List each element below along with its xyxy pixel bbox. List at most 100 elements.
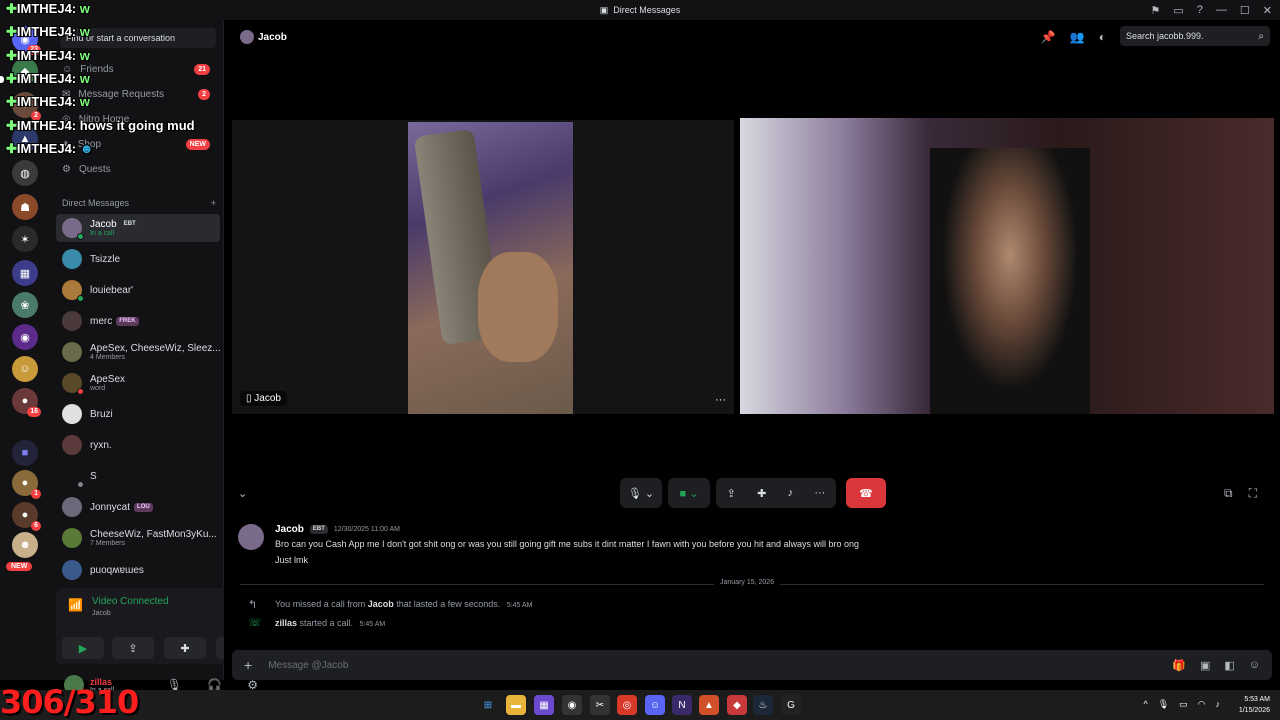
screen-icon[interactable]: ▭ (1173, 4, 1183, 17)
nav-shop[interactable]: ◈ Shop NEW (56, 133, 220, 155)
screen-share-button[interactable]: ⇪ (112, 637, 154, 659)
video-person (478, 252, 558, 362)
message-timestamp: 12/30/2025 11:00 AM (333, 526, 400, 533)
video-tile-jacob[interactable]: ▯ Jacob ··· (232, 120, 734, 414)
folder-icon[interactable]: ■ (12, 440, 38, 466)
gift-icon[interactable]: 🎁 (1172, 659, 1186, 672)
message-author[interactable]: Jacob (275, 524, 304, 535)
tray-chevron-icon[interactable]: ^ (1143, 699, 1147, 710)
server-icon[interactable]: ▦ (12, 260, 38, 286)
server-icon[interactable]: ▲ (12, 126, 38, 152)
wifi-icon[interactable]: ◠ (1198, 699, 1206, 710)
clock-date: 1/15/2026 (1238, 707, 1270, 714)
app-icon[interactable]: ◆ (727, 695, 747, 715)
dm-item-group[interactable]: CheeseWiz, FastMon3yKu... 7 Members (56, 524, 220, 552)
server-icon[interactable]: ◉ (12, 324, 38, 350)
soundboard-icon[interactable]: ♪ (788, 487, 794, 499)
dm-item[interactable]: ApeSex word (56, 369, 220, 397)
search-input[interactable]: Search jacobb.999. ⌕ (1120, 26, 1270, 46)
nav-nitro-home[interactable]: ◎ Nitro Home (56, 108, 220, 130)
dm-item[interactable]: ryxn. (56, 431, 220, 459)
caller-name[interactable]: Jacob (368, 599, 394, 609)
server-icon[interactable]: ● 2 (12, 92, 41, 121)
close-button[interactable]: ✕ (1263, 4, 1272, 17)
message-input[interactable]: Message @Jacob (268, 660, 348, 671)
server-icon[interactable]: ● 16 (12, 388, 41, 417)
collapse-chevron-icon[interactable]: ⌄ (238, 487, 247, 500)
server-icon[interactable]: ✶ (12, 226, 38, 252)
count-badge: 2 (198, 88, 210, 100)
dm-item[interactable]: Bruzi (56, 400, 220, 428)
add-dm-button[interactable]: + (211, 198, 216, 208)
screen-share-icon[interactable]: ⇪ (727, 487, 736, 500)
steam-icon[interactable]: ♨ (753, 695, 773, 715)
server-icon[interactable]: ☻ (12, 532, 38, 558)
popout-icon[interactable]: ⧉ (1224, 486, 1233, 501)
help-icon[interactable]: ? (1197, 4, 1203, 16)
activities-icon[interactable]: ✚ (757, 487, 766, 500)
find-conversation-input[interactable]: Find or start a conversation (60, 28, 216, 48)
dm-item[interactable]: louiebear' (56, 276, 220, 304)
clock-time: 5:53 AM (1244, 696, 1270, 703)
dm-item[interactable]: merc FREK (56, 307, 220, 335)
mute-button[interactable]: 🎙 ⌄ (620, 478, 662, 508)
discord-icon[interactable]: ☺ (645, 695, 665, 715)
battery-icon[interactable]: ▭ (1179, 699, 1188, 710)
dm-item[interactable]: puoqʍɐɯes (56, 557, 220, 583)
start-icon[interactable]: ⊞ (478, 695, 498, 715)
user-profile-icon[interactable]: ◐ (1099, 30, 1106, 44)
voice-channel[interactable]: Jacob (92, 610, 111, 617)
avatar (62, 218, 84, 240)
nav-quests[interactable]: ⚙ Quests (56, 158, 220, 180)
dm-item-jacob[interactable]: Jacob EBT In a call (56, 214, 220, 242)
more-options-icon[interactable]: ··· (715, 394, 726, 406)
server-icon[interactable]: ◉ 23 (12, 26, 41, 55)
add-attachment-icon[interactable]: + (244, 657, 252, 673)
fullscreen-icon[interactable]: ⛶ (1249, 486, 1257, 501)
next-app-icon[interactable]: N (672, 695, 692, 715)
volume-icon[interactable]: ♪ (1216, 699, 1221, 710)
server-icon[interactable]: ☗ (12, 194, 38, 220)
chrome-icon[interactable]: ◎ (617, 695, 637, 715)
app-icon[interactable]: G (781, 695, 801, 715)
server-icon[interactable]: ☺ (12, 356, 38, 382)
file-explorer-icon[interactable]: ▬ (506, 695, 526, 715)
nav-friends[interactable]: ☺ Friends 21 (56, 58, 220, 80)
dm-item[interactable]: Tsizzle (56, 245, 220, 273)
app-icon[interactable]: ▲ (699, 695, 719, 715)
video-tile-self[interactable] (740, 118, 1274, 414)
server-icon[interactable]: ● 1 (12, 470, 41, 499)
activities-button[interactable]: ✚ (164, 637, 206, 659)
clock[interactable]: 5:53 AM 1/15/2026 (1239, 694, 1270, 716)
pin-icon[interactable]: 📌 (1041, 30, 1056, 44)
voice-status: Video Connected (92, 596, 169, 607)
camera-toggle-button[interactable]: ■ ⌄ (668, 478, 710, 508)
capcut-icon[interactable]: ✂ (590, 695, 610, 715)
app-icon[interactable]: ▦ (534, 695, 554, 715)
minimize-button[interactable]: — (1216, 4, 1227, 16)
microphone-icon[interactable]: 🎙 (1158, 699, 1169, 710)
gif-icon[interactable]: ▣ (1200, 659, 1210, 672)
dm-item[interactable]: Jonnycat LOU (56, 493, 220, 521)
caller-name[interactable]: zillas (275, 618, 297, 628)
server-icon[interactable]: ◆ (12, 58, 38, 84)
emoji-icon[interactable]: ☺ (1249, 659, 1260, 672)
end-call-button[interactable]: ☎ (846, 478, 886, 508)
dm-item-group[interactable]: ApeSex, CheeseWiz, Sleez... 4 Members (56, 338, 220, 366)
more-icon[interactable]: ··· (814, 487, 825, 499)
dm-item[interactable]: S (56, 462, 220, 490)
nav-message-requests[interactable]: ✉ Message Requests 2 (56, 83, 220, 105)
server-icon[interactable]: ◍ (12, 160, 38, 186)
obs-icon[interactable]: ◉ (562, 695, 582, 715)
dm-status: word (90, 385, 106, 392)
unread-badge: 6 (31, 521, 41, 531)
flag-icon[interactable]: ⚑ (1151, 4, 1161, 17)
camera-button[interactable]: ▶ (62, 637, 104, 659)
author-avatar[interactable] (238, 524, 264, 550)
clan-tag: FREK (116, 316, 139, 326)
sticker-icon[interactable]: ◧ (1224, 659, 1234, 672)
server-icon[interactable]: ● 6 (12, 502, 41, 531)
add-friends-icon[interactable]: 👥 (1070, 30, 1085, 44)
server-icon[interactable]: ❀ (12, 292, 38, 318)
maximize-button[interactable]: ☐ (1240, 4, 1250, 17)
